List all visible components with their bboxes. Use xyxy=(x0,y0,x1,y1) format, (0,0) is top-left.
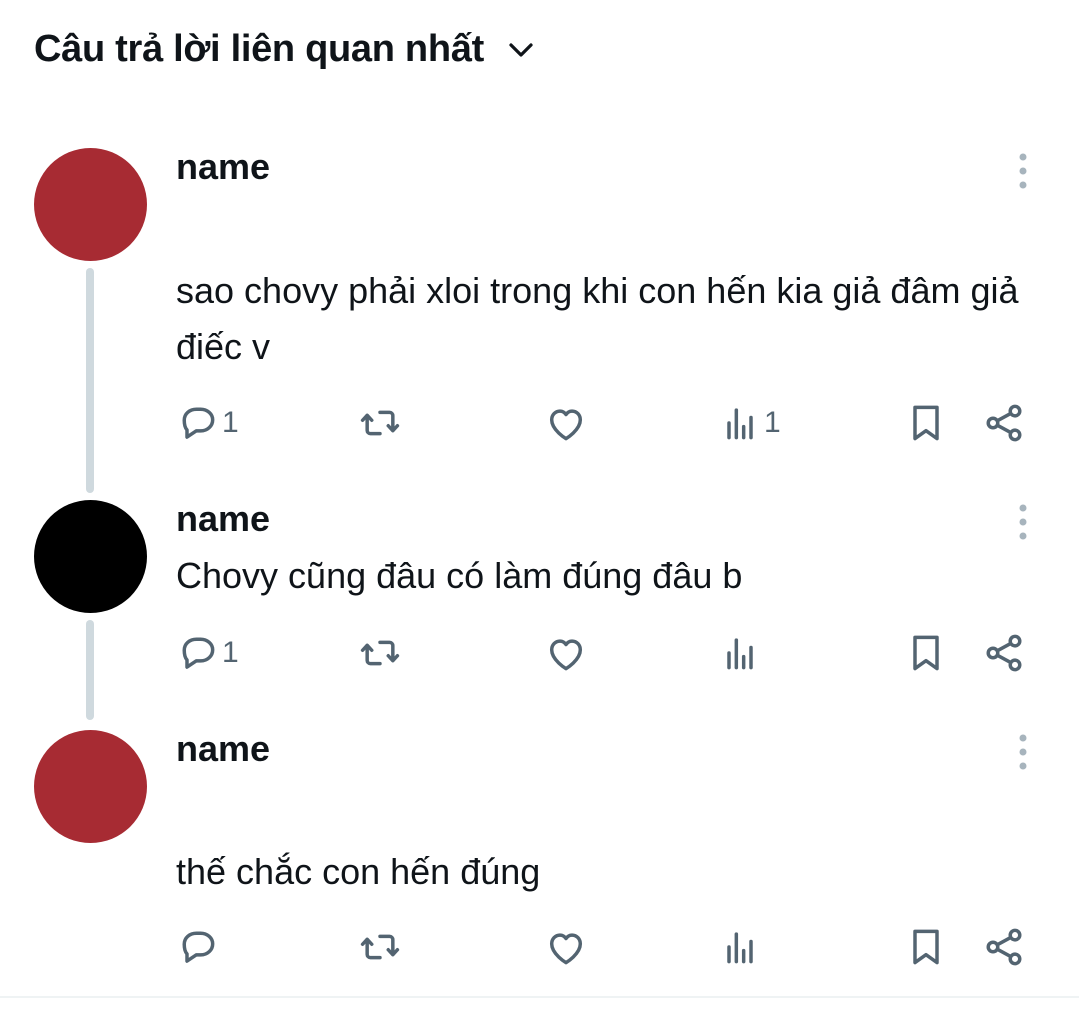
reply-text: thế chắc con hến đúng xyxy=(176,851,541,892)
reply-button[interactable]: 1 xyxy=(176,628,239,678)
action-bar: 1 1 xyxy=(0,398,1079,448)
views-icon xyxy=(727,932,753,964)
retweet-icon xyxy=(360,934,400,960)
avatar[interactable] xyxy=(34,500,147,613)
avatar[interactable] xyxy=(34,148,147,261)
bookmark-icon xyxy=(913,635,939,671)
bookmark-button[interactable] xyxy=(904,398,948,448)
bottom-divider xyxy=(0,996,1079,998)
bookmark-button[interactable] xyxy=(904,922,948,972)
thread-line xyxy=(86,268,94,493)
share-button[interactable] xyxy=(982,398,1026,448)
share-icon xyxy=(986,634,1022,672)
reply-text: Chovy cũng đâu có làm đúng đâu b xyxy=(176,555,743,596)
bookmark-icon xyxy=(913,405,939,441)
share-icon xyxy=(986,928,1022,966)
reply-icon xyxy=(182,407,215,439)
more-icon[interactable] xyxy=(1008,502,1038,542)
like-icon xyxy=(549,639,583,671)
retweet-icon xyxy=(360,640,400,666)
share-button[interactable] xyxy=(982,922,1026,972)
views-button[interactable]: 1 xyxy=(718,398,781,448)
like-icon xyxy=(549,933,583,965)
reply-button[interactable] xyxy=(176,922,222,972)
sort-label: Câu trả lời liên quan nhất xyxy=(34,28,484,70)
chevron-down-icon xyxy=(509,42,533,57)
like-icon xyxy=(549,409,583,441)
like-button[interactable] xyxy=(544,628,588,678)
retweet-icon xyxy=(360,410,400,436)
like-button[interactable] xyxy=(544,922,588,972)
reply-button[interactable]: 1 xyxy=(176,398,239,448)
views-icon xyxy=(727,408,753,440)
username[interactable]: name xyxy=(176,728,270,770)
sort-dropdown[interactable]: Câu trả lời liên quan nhất xyxy=(34,28,536,71)
username[interactable]: name xyxy=(176,498,270,540)
retweet-button[interactable] xyxy=(358,628,402,678)
bookmark-button[interactable] xyxy=(904,628,948,678)
avatar[interactable] xyxy=(34,730,147,843)
views-button[interactable] xyxy=(718,628,764,678)
action-bar xyxy=(0,922,1079,972)
share-button[interactable] xyxy=(982,628,1026,678)
like-button[interactable] xyxy=(544,398,588,448)
reply-icon xyxy=(182,931,215,963)
more-icon[interactable] xyxy=(1008,732,1038,772)
retweet-button[interactable] xyxy=(358,922,402,972)
username[interactable]: name xyxy=(176,146,270,188)
reply-icon xyxy=(182,637,215,669)
views-icon xyxy=(727,638,753,670)
share-icon xyxy=(986,404,1022,442)
more-icon[interactable] xyxy=(1008,151,1038,191)
action-bar: 1 xyxy=(0,628,1079,678)
view-count: 1 xyxy=(764,406,781,439)
bookmark-icon xyxy=(913,929,939,965)
views-button[interactable] xyxy=(718,922,764,972)
reply-count: 1 xyxy=(222,406,239,439)
reply-count: 1 xyxy=(222,636,239,669)
retweet-button[interactable] xyxy=(358,398,402,448)
reply-text: sao chovy phải xloi trong khi con hến ki… xyxy=(176,270,1019,367)
